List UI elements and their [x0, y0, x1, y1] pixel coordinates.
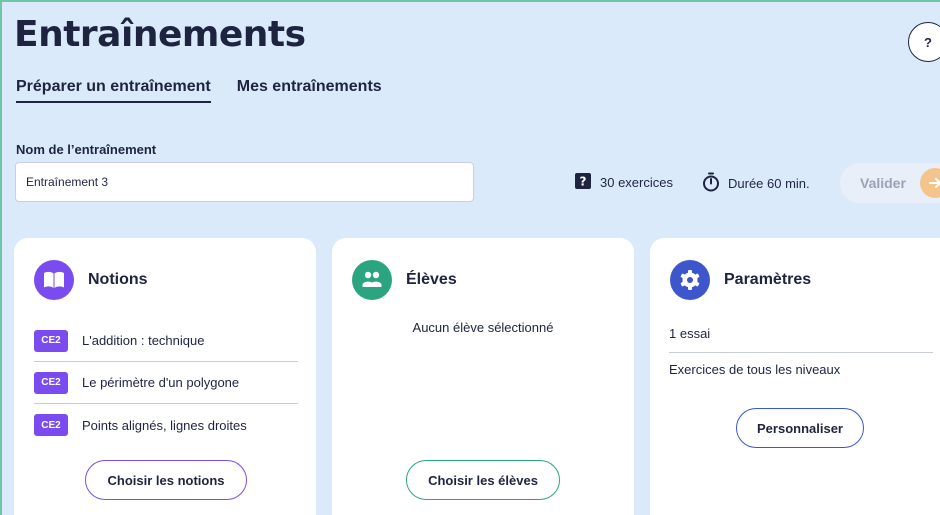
duration-label: Durée 60 min.	[728, 176, 810, 191]
help-button[interactable]: ?	[908, 22, 940, 62]
list-item: CE2 Le périmètre d'un polygone	[34, 362, 298, 404]
choose-notions-button[interactable]: Choisir les notions	[85, 460, 247, 500]
svg-text:?: ?	[580, 175, 587, 189]
customize-button[interactable]: Personnaliser	[736, 408, 864, 448]
level-badge: CE2	[34, 371, 68, 394]
tab-bar: Préparer un entraînement Mes entraînemen…	[16, 78, 382, 103]
attempts-setting: 1 essai	[669, 326, 711, 341]
arrow-right-icon	[919, 168, 940, 198]
training-name-label: Nom de l’entraînement	[16, 142, 157, 157]
gear-icon	[670, 260, 710, 300]
tab-my-trainings[interactable]: Mes entraînements	[237, 78, 382, 103]
book-icon	[34, 260, 74, 300]
validate-button[interactable]: Valider	[840, 163, 940, 203]
choose-students-button[interactable]: Choisir les élèves	[406, 460, 560, 500]
notions-title: Notions	[88, 271, 148, 288]
level-badge: CE2	[34, 414, 68, 436]
validate-label: Valider	[860, 175, 906, 191]
notions-card: Notions CE2 L'addition : technique CE2 L…	[14, 238, 316, 515]
timer-icon	[702, 172, 720, 195]
notions-header: Notions	[34, 260, 148, 300]
app-frame: Entraînements ? Préparer un entraînement…	[0, 0, 940, 515]
students-icon	[352, 260, 392, 300]
list-item: CE2 L'addition : technique	[34, 320, 298, 362]
exercises-count: ? 30 exercices	[574, 172, 673, 193]
students-card: Élèves Aucun élève sélectionné Choisir l…	[332, 238, 634, 515]
settings-title: Paramètres	[724, 271, 812, 288]
page-title: Entraînements	[14, 14, 306, 55]
tab-prepare[interactable]: Préparer un entraînement	[16, 78, 211, 103]
training-name-input[interactable]	[15, 162, 474, 202]
help-icon: ?	[924, 34, 932, 50]
exercises-label: 30 exercices	[600, 175, 673, 190]
notions-list: CE2 L'addition : technique CE2 Le périmè…	[34, 320, 298, 446]
level-badge: CE2	[34, 329, 68, 352]
exercises-icon: ?	[574, 172, 592, 193]
students-header: Élèves	[352, 260, 457, 300]
settings-card: Paramètres 1 essai Exercices de tous les…	[650, 238, 940, 515]
duration: Durée 60 min.	[702, 172, 810, 195]
notion-label: Le périmètre d'un polygone	[82, 375, 240, 390]
divider	[669, 352, 933, 353]
notion-label: L'addition : technique	[82, 333, 205, 348]
levels-setting: Exercices de tous les niveaux	[669, 362, 841, 377]
list-item: CE2 Points alignés, lignes droites	[34, 404, 298, 446]
no-student-message: Aucun élève sélectionné	[412, 320, 554, 335]
settings-header: Paramètres	[670, 260, 811, 300]
notion-label: Points alignés, lignes droites	[82, 417, 247, 433]
students-title: Élèves	[406, 271, 457, 288]
